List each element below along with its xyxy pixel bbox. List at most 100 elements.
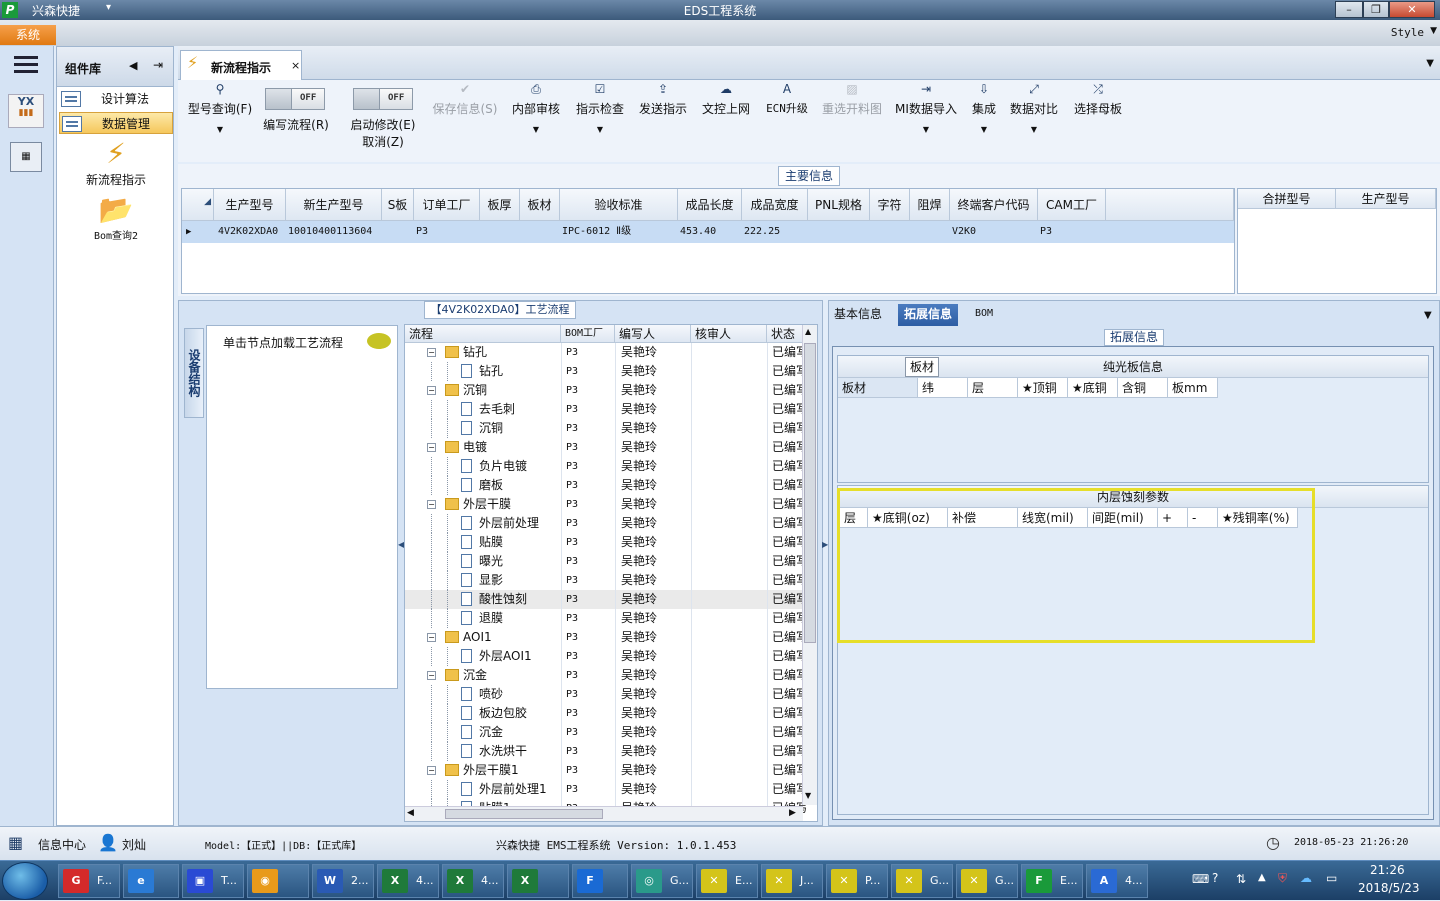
column-header[interactable]: 终端客户代码 xyxy=(950,189,1038,221)
info-center-link[interactable]: 信息中心 xyxy=(38,836,86,853)
taskbar-app-button[interactable]: G F... xyxy=(58,864,120,898)
tree-row[interactable]: 退膜 P3 吴艳玲 已编写 xyxy=(405,609,808,628)
tree-row[interactable]: 显影 P3 吴艳玲 已编写 xyxy=(405,571,808,590)
yx-module-icon[interactable]: YX ▮▮▮ xyxy=(8,94,44,128)
antivirus-icon[interactable]: ⛨ xyxy=(1278,871,1287,886)
tree-row[interactable]: − AOI1 P3 吴艳玲 已编写 xyxy=(405,628,808,647)
taskbar-app-button[interactable]: ◉ xyxy=(247,864,309,898)
column-header[interactable]: PNL规格 xyxy=(808,189,870,221)
ecn-upgrade-button[interactable]: A ECN升级 xyxy=(762,82,812,116)
scroll-right-icon[interactable]: ▶ xyxy=(789,808,796,818)
tabs-dropdown-icon[interactable]: ▼ xyxy=(1424,310,1432,321)
scroll-thumb[interactable] xyxy=(804,343,816,643)
bom-query-item[interactable]: 📂 Bom查询2 xyxy=(77,193,155,242)
tab-bom[interactable]: BOM xyxy=(975,304,993,326)
tree-row[interactable]: − 沉金 P3 吴艳玲 已编写 xyxy=(405,666,808,685)
main-info-grid[interactable]: ◢ 生产型号 新生产型号 S板 订单工厂 板厚 板材 验收标准 成品长度 成品宽… xyxy=(181,188,1235,294)
write-flow-toggle[interactable]: OFF xyxy=(265,88,325,110)
network-icon[interactable]: ⇅ xyxy=(1236,872,1246,886)
plate-column-header[interactable]: 板mm xyxy=(1168,378,1218,398)
tree-row[interactable]: 外层前处理1 P3 吴艳玲 已编写 xyxy=(405,780,808,799)
scroll-thumb[interactable] xyxy=(445,809,603,819)
tray-time[interactable]: 21:26 xyxy=(1370,863,1405,877)
integrate-button[interactable]: ⇩ 集成 ▼ xyxy=(966,82,1002,134)
tree-row[interactable]: 磨板 P3 吴艳玲 已编写 xyxy=(405,476,808,495)
column-header[interactable]: CAM工厂 xyxy=(1038,189,1106,221)
tree-row[interactable]: 负片电镀 P3 吴艳玲 已编写 xyxy=(405,457,808,476)
tree-row[interactable]: 曝光 P3 吴艳玲 已编写 xyxy=(405,552,808,571)
tree-row[interactable]: 外层AOI1 P3 吴艳玲 已编写 xyxy=(405,647,808,666)
grid-icon[interactable]: ▦ xyxy=(8,834,28,852)
collapse-icon[interactable]: − xyxy=(427,500,436,509)
taskbar-app-button[interactable]: ✕ G... xyxy=(891,864,953,898)
maximize-button[interactable]: ❐ xyxy=(1363,1,1389,18)
taskbar-app-button[interactable]: F E... xyxy=(1021,864,1083,898)
taskbar-app-button[interactable]: X xyxy=(507,864,569,898)
plate-column-header[interactable]: 板材 xyxy=(838,378,918,398)
dropdown-arrow-icon[interactable]: ▼ xyxy=(184,125,256,134)
tree-row[interactable]: 喷砂 P3 吴艳玲 已编写 xyxy=(405,685,808,704)
component-item-data-management[interactable]: 数据管理 xyxy=(59,112,173,134)
tree-row[interactable]: 钻孔 P3 吴艳玲 已编写 xyxy=(405,362,808,381)
monitor-icon[interactable]: ▭ xyxy=(1326,871,1337,885)
reselect-chart-button[interactable]: ▨ 重选开料图 xyxy=(820,82,884,117)
tree-row[interactable]: 外层前处理 P3 吴艳玲 已编写 xyxy=(405,514,808,533)
taskbar-app-button[interactable]: ✕ G... xyxy=(956,864,1018,898)
taskbar-app-button[interactable]: ✕ J... xyxy=(761,864,823,898)
help-icon[interactable]: ? xyxy=(1212,871,1218,885)
tree-row[interactable]: 沉铜 P3 吴艳玲 已编写 xyxy=(405,419,808,438)
taskbar-app-button[interactable]: e xyxy=(123,864,179,898)
minimize-button[interactable]: – xyxy=(1335,1,1363,18)
tree-row[interactable]: 板边包胶 P3 吴艳玲 已编写 xyxy=(405,704,808,723)
tree-row[interactable]: − 外层干膜 P3 吴艳玲 已编写 xyxy=(405,495,808,514)
tree-column-header[interactable]: 核审人 xyxy=(691,325,767,343)
plate-column-header[interactable]: 层 xyxy=(968,378,1018,398)
column-header[interactable]: 生产型号 xyxy=(214,189,286,221)
tree-row[interactable]: − 沉铜 P3 吴艳玲 已编写 xyxy=(405,381,808,400)
collapse-left-icon[interactable]: ◀ xyxy=(129,59,137,72)
tree-row[interactable]: − 钻孔 P3 吴艳玲 已编写 xyxy=(405,343,808,362)
table-row[interactable]: ▶ 4V2K02XDA0 10010400113604 P3 IPC-6012 … xyxy=(182,221,1234,243)
data-compare-button[interactable]: ⤢ 数据对比 ▼ xyxy=(1008,82,1060,134)
tree-row[interactable]: 水洗烘干 P3 吴艳玲 已编写 xyxy=(405,742,808,761)
dropdown-arrow-icon[interactable]: ▼ xyxy=(510,125,562,134)
tab-new-flow-indication[interactable]: ⚡ 新流程指示 × xyxy=(180,50,302,80)
start-modify-toggle[interactable]: OFF xyxy=(353,88,413,110)
tree-vertical-scrollbar[interactable]: ▲ ▼ xyxy=(802,325,817,805)
taskbar-app-button[interactable]: W 2... xyxy=(312,864,374,898)
keyboard-icon[interactable]: ⌨ xyxy=(1192,872,1209,886)
scroll-left-icon[interactable]: ◀ xyxy=(407,808,414,818)
mi-import-button[interactable]: ⇥ MI数据导入 ▼ xyxy=(894,82,958,134)
taskbar-app-button[interactable]: F xyxy=(572,864,628,898)
cloud-sync-icon[interactable]: ☁ xyxy=(1300,871,1312,885)
scroll-down-icon[interactable]: ▼ xyxy=(805,791,811,800)
tree-horizontal-scrollbar[interactable]: ◀ ▶ xyxy=(405,806,803,821)
component-item-design-algorithm[interactable]: 设计算法 xyxy=(59,88,173,110)
hamburger-menu-icon[interactable] xyxy=(14,56,38,74)
column-header[interactable]: S板 xyxy=(382,189,414,221)
tree-column-header[interactable]: BOM工厂 xyxy=(561,325,615,343)
doc-upload-button[interactable]: ☁ 文控上网 xyxy=(700,82,752,117)
plate-column-header[interactable]: 纬 xyxy=(918,378,968,398)
taskbar-app-button[interactable]: X 4... xyxy=(377,864,439,898)
tree-row[interactable]: − 电镀 P3 吴艳玲 已编写 xyxy=(405,438,808,457)
collapse-icon[interactable]: − xyxy=(427,443,436,452)
column-header[interactable]: 验收标准 xyxy=(560,189,678,221)
tree-row[interactable]: 沉金 P3 吴艳玲 已编写 xyxy=(405,723,808,742)
collapse-icon[interactable]: − xyxy=(427,766,436,775)
taskbar-app-button[interactable]: X 4... xyxy=(442,864,504,898)
tree-row[interactable]: 酸性蚀刻 P3 吴艳玲 已编写 xyxy=(405,590,808,609)
process-flow-tree[interactable]: 流程 BOM工厂 编写人 核审人 状态 − 钻孔 P3 吴艳玲 已编写 钻孔 P3 吴艳玲 已编… xyxy=(404,324,818,822)
taskbar-app-button[interactable]: ▣ T... xyxy=(182,864,244,898)
column-header[interactable]: 订单工厂 xyxy=(414,189,480,221)
plate-column-header[interactable]: ★顶铜 xyxy=(1018,378,1068,398)
tab-basic-info[interactable]: 基本信息 xyxy=(834,304,882,326)
new-flow-indication-item[interactable]: ⚡ 新流程指示 xyxy=(77,137,155,188)
cancel-button[interactable]: 取消(Z) xyxy=(346,133,420,150)
tree-row[interactable]: 贴膜 P3 吴艳玲 已编写 xyxy=(405,533,808,552)
tray-expand-icon[interactable]: ▲ xyxy=(1258,872,1266,883)
column-header[interactable]: 板厚 xyxy=(480,189,520,221)
start-button[interactable] xyxy=(2,862,48,900)
pin-panel-icon[interactable]: ⇥ xyxy=(153,58,163,72)
column-header[interactable]: 板材 xyxy=(520,189,560,221)
